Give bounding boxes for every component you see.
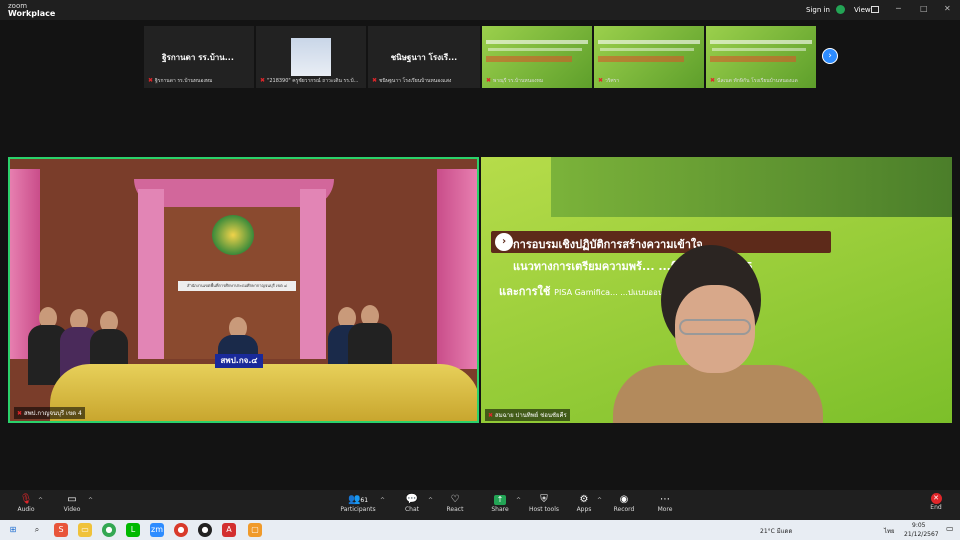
participant-name: ✖ ฐิรกานดา รร.บ้านหนองหม xyxy=(148,77,213,84)
pdf-icon[interactable]: A xyxy=(222,523,236,537)
video-tile-presenter[interactable]: › การอบรมเชิงปฏิบัติการสร้างความเข้าใจ แ… xyxy=(481,157,952,423)
grid-view-icon[interactable] xyxy=(871,6,879,13)
end-icon: ✕ xyxy=(930,493,942,504)
minimize-icon[interactable]: ─ xyxy=(896,4,901,13)
participant-name: ✖ วริศรา xyxy=(598,77,620,84)
participant-label: ✖ สพป.กาญจนบุรี เขต 4 xyxy=(14,407,85,419)
clock-time[interactable]: 9:05 xyxy=(912,522,925,529)
shared-slide-thumb-bar xyxy=(710,56,796,62)
curtain xyxy=(437,169,477,369)
audio-button[interactable]: 🎙 Audio xyxy=(1,493,51,513)
shared-slide-thumb-bar xyxy=(598,56,684,62)
participant-name: ✖ "218390" ครูชัยวากรณ์ ถาวะเดิน รร.บ้... xyxy=(260,77,359,84)
view-button[interactable]: View xyxy=(854,6,871,14)
app-icon[interactable]: ● xyxy=(198,523,212,537)
more-icon: ⋯ xyxy=(660,494,670,505)
participants-button[interactable]: 👥61 Participants xyxy=(333,493,383,513)
participants-options-caret[interactable]: ^ xyxy=(380,497,385,504)
participant-tile[interactable]: ชนิษฐนาา โรงเรี... ✖ ชนิษฐนาา โรงเรียนบ้า… xyxy=(368,26,480,88)
participant-tile[interactable]: ฐิรกานดา รร.บ้าน... ✖ ฐิรกานดา รร.บ้านหนอ… xyxy=(144,26,254,88)
brand-bottom: Workplace xyxy=(8,9,56,18)
title-bar: zoom Workplace Sign in View ─ □ ✕ xyxy=(0,0,960,20)
app-icon[interactable]: ▢ xyxy=(248,523,262,537)
presenter-glasses xyxy=(679,319,751,335)
maximize-icon[interactable]: □ xyxy=(920,4,928,13)
participant-display-name: ชนิษฐนาา โรงเรี... xyxy=(390,53,458,62)
participant-label: ✖ สมฉาย ปานทิพย์ ช่อนชัยคีร xyxy=(485,409,570,421)
audio-options-caret[interactable]: ^ xyxy=(38,497,43,504)
weather-widget[interactable]: 21°C มีแดด xyxy=(760,526,792,536)
arrow-icon: › xyxy=(495,233,513,251)
meeting-toolbar: 🎙 Audio ^ ▭ Video ^ 👥61 Participants ^ 💬 Cha… xyxy=(0,490,960,520)
video-tile-active-speaker[interactable]: สำนักงานเขตพื้นที่การศึกษาประถมศึกษากาญจ… xyxy=(8,157,479,423)
drape xyxy=(138,189,164,359)
close-icon[interactable]: ✕ xyxy=(944,4,951,13)
shared-slide-thumb-line xyxy=(488,48,582,51)
clock-date[interactable]: 21/12/2567 xyxy=(904,531,939,538)
shared-slide-thumb xyxy=(486,40,588,44)
shared-slide-thumb xyxy=(710,40,812,44)
presenter-body xyxy=(613,365,823,423)
line-icon[interactable]: L xyxy=(126,523,140,537)
participant-video xyxy=(291,38,331,76)
emblem-icon xyxy=(212,215,254,255)
react-button[interactable]: ♡ React xyxy=(430,493,480,513)
notification-icon[interactable]: ▭ xyxy=(946,524,954,533)
windows-taskbar: ⊞ ⌕ S ▭ ● L zm ● ● A ▢ 21°C มีแดด ไทย 9:… xyxy=(0,520,960,540)
heart-icon: ♡ xyxy=(450,494,460,505)
participant-tile[interactable]: ✖ วริศรา xyxy=(594,26,704,88)
slide-header-image xyxy=(551,157,952,217)
participant-name: ✖ นีลเนต ทักษิกัน โรงเรียนบ้านหนองแด xyxy=(710,77,798,84)
participant-tile[interactable]: ✖ นีลเนต ทักษิกัน โรงเรียนบ้านหนองแด xyxy=(706,26,816,88)
app-icon[interactable]: ● xyxy=(174,523,188,537)
end-button[interactable]: ✕ End xyxy=(924,493,948,511)
chrome-icon[interactable]: ● xyxy=(102,523,116,537)
participant-tile[interactable]: ✖ พาณุรี รร.บ้านหนองหม xyxy=(482,26,592,88)
participant-display-name: ฐิรกานดา รร.บ้าน... xyxy=(162,53,234,62)
drape xyxy=(300,189,326,359)
office-signboard: สำนักงานเขตพื้นที่การศึกษาประถมศึกษากาญจ… xyxy=(178,281,296,291)
shared-slide-thumb xyxy=(598,40,700,44)
zoom-logo: zoom Workplace xyxy=(8,2,55,18)
shared-slide-thumb-line xyxy=(712,48,806,51)
zoom-icon[interactable]: zm xyxy=(150,523,164,537)
name-placard: สพป.กจ.๔ xyxy=(215,354,263,368)
muted-mic-icon: ✖ xyxy=(486,77,492,84)
windows-start-icon[interactable]: ⊞ xyxy=(6,523,20,537)
shield-icon[interactable] xyxy=(836,5,845,14)
participants-icon: 👥61 xyxy=(347,494,369,505)
muted-mic-icon: ✖ xyxy=(148,77,154,84)
search-icon[interactable]: ⌕ xyxy=(30,523,44,537)
sign-in-link[interactable]: Sign in xyxy=(806,6,830,14)
participant-tile[interactable]: ✖ "218390" ครูชัยวากรณ์ ถาวะเดิน รร.บ้... xyxy=(256,26,366,88)
shared-slide-thumb-bar xyxy=(486,56,572,62)
muted-mic-icon: ✖ xyxy=(17,410,23,417)
more-button[interactable]: ⋯ More xyxy=(640,493,690,513)
muted-mic-icon: ✖ xyxy=(488,412,494,419)
participant-name: ✖ ชนิษฐนาา โรงเรียนบ้านหนองแสง xyxy=(372,77,452,84)
shared-slide-thumb-line xyxy=(600,48,694,51)
muted-mic-icon: ✖ xyxy=(372,77,378,84)
presenter-video xyxy=(593,245,831,423)
participant-name: ✖ พาณุรี รร.บ้านหนองหม xyxy=(486,77,544,84)
app-icon[interactable]: S xyxy=(54,523,68,537)
video-options-caret[interactable]: ^ xyxy=(88,497,93,504)
mic-muted-icon: 🎙 xyxy=(19,494,33,505)
share-icon: ↑ xyxy=(494,495,506,505)
conference-table xyxy=(50,364,477,421)
file-explorer-icon[interactable]: ▭ xyxy=(78,523,92,537)
muted-mic-icon: ✖ xyxy=(598,77,604,84)
language-indicator[interactable]: ไทย xyxy=(884,526,895,536)
muted-mic-icon: ✖ xyxy=(260,77,266,84)
next-page-button[interactable]: › xyxy=(822,48,838,64)
muted-mic-icon: ✖ xyxy=(710,77,716,84)
gallery-strip: ฐิรกานดา รร.บ้าน... ✖ ฐิรกานดา รร.บ้านหนอ… xyxy=(144,26,816,88)
